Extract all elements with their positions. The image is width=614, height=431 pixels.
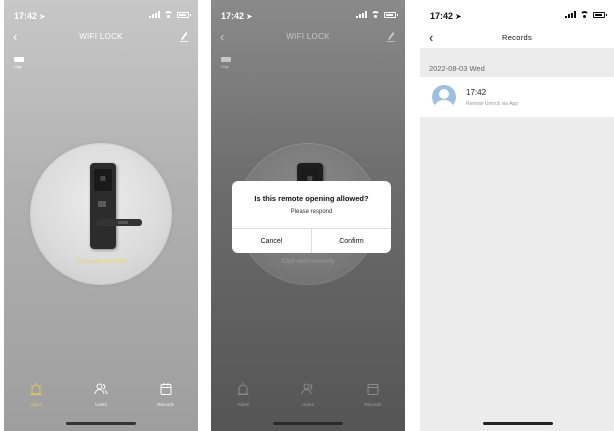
calendar-icon bbox=[367, 384, 379, 395]
home-indicator bbox=[483, 422, 553, 425]
status-bar: 17:42 ➤ bbox=[211, 0, 405, 30]
nav-bar: ‹ WIFI LOCK bbox=[211, 30, 405, 46]
status-bar: 17:42 ➤ bbox=[420, 0, 614, 30]
tab-users-label: Users bbox=[95, 402, 107, 407]
edit-icon[interactable] bbox=[386, 30, 396, 42]
lock-battery-indicator: High bbox=[14, 57, 24, 69]
tab-records[interactable]: Records bbox=[141, 382, 191, 417]
lock-screen-main: 17:42 ➤ ‹ WIFI LOCK High ▦ Click open rem… bbox=[4, 0, 198, 431]
signal-icon bbox=[565, 11, 576, 18]
status-bar: 17:42 ➤ bbox=[4, 0, 198, 30]
dialog-question: Is this remote opening allowed? bbox=[254, 194, 369, 203]
tab-records-label: Records bbox=[364, 402, 382, 407]
tab-alarm[interactable]: Alarm bbox=[11, 382, 61, 417]
lock-battery-icon bbox=[221, 57, 231, 62]
door-lock-handle bbox=[96, 219, 142, 226]
tab-bar: Alarm Users Records bbox=[211, 382, 405, 417]
tab-alarm-label: Alarm bbox=[30, 402, 43, 407]
tab-bar: Alarm Users Records bbox=[4, 382, 198, 417]
lock-battery-indicator: High bbox=[221, 57, 231, 69]
tab-alarm[interactable]: Alarm bbox=[218, 382, 268, 417]
status-time: 17:42 ➤ bbox=[221, 11, 253, 21]
calendar-icon bbox=[160, 383, 172, 395]
home-indicator bbox=[273, 422, 343, 425]
users-icon bbox=[301, 383, 313, 395]
record-description: Remote Unlock via App bbox=[466, 101, 518, 107]
date-label: 2022-08-03 Wed bbox=[429, 64, 485, 73]
signal-icon bbox=[149, 11, 160, 18]
signal-icon bbox=[356, 11, 367, 18]
avatar bbox=[432, 85, 456, 109]
date-section-header: 2022-08-03 Wed bbox=[420, 58, 614, 78]
lock-screen-dialog: 17:42 ➤ ‹ WIFI LOCK High ▦ Click open rem… bbox=[211, 0, 405, 431]
tab-alarm-label: Alarm bbox=[237, 402, 250, 407]
tab-users[interactable]: Users bbox=[283, 382, 333, 417]
location-icon: ➤ bbox=[39, 12, 46, 21]
click-open-label: Click open remotely bbox=[281, 259, 335, 265]
tab-users-label: Users bbox=[302, 402, 314, 407]
status-time: 17:42 ➤ bbox=[14, 11, 46, 21]
records-header: 17:42 ➤ ‹ Records bbox=[420, 0, 614, 48]
tab-records-label: Records bbox=[157, 402, 175, 407]
door-lock-image: ▦ bbox=[90, 163, 116, 249]
page-title: Records bbox=[501, 33, 533, 42]
record-time: 17:42 bbox=[466, 88, 487, 97]
battery-icon bbox=[384, 11, 398, 18]
home-indicator bbox=[66, 422, 136, 425]
lock-battery-label: High bbox=[14, 64, 23, 69]
alarm-icon bbox=[30, 382, 43, 395]
status-time: 17:42 ➤ bbox=[430, 11, 462, 21]
records-screen: 17:42 ➤ ‹ Records 2022-08-03 Wed 17:42 Re… bbox=[420, 0, 614, 431]
wifi-icon bbox=[580, 11, 589, 18]
location-icon: ➤ bbox=[455, 12, 462, 21]
click-open-label: Click open remotely bbox=[74, 259, 128, 265]
cancel-button[interactable]: Cancel bbox=[232, 229, 312, 253]
remote-open-dialog: Is this remote opening allowed? Please r… bbox=[232, 181, 391, 253]
page-title: WIFI LOCK bbox=[79, 32, 123, 41]
users-icon bbox=[94, 383, 108, 395]
tab-records[interactable]: Records bbox=[348, 382, 398, 417]
location-icon: ➤ bbox=[246, 12, 253, 21]
wifi-icon bbox=[371, 11, 380, 18]
record-item[interactable]: 17:42 Remote Unlock via App bbox=[420, 77, 614, 117]
confirm-button[interactable]: Confirm bbox=[312, 229, 391, 253]
wifi-icon bbox=[164, 11, 173, 18]
battery-icon bbox=[593, 11, 607, 18]
dialog-message: Please respond bbox=[290, 209, 333, 215]
lock-battery-icon bbox=[14, 57, 24, 62]
tab-users[interactable]: Users bbox=[76, 382, 126, 417]
nav-bar: ‹ WIFI LOCK bbox=[4, 30, 198, 46]
page-title: WIFI LOCK bbox=[286, 32, 330, 41]
edit-icon[interactable] bbox=[179, 30, 189, 42]
alarm-icon bbox=[237, 382, 249, 395]
battery-icon bbox=[177, 11, 191, 18]
lock-battery-label: High bbox=[221, 64, 230, 69]
